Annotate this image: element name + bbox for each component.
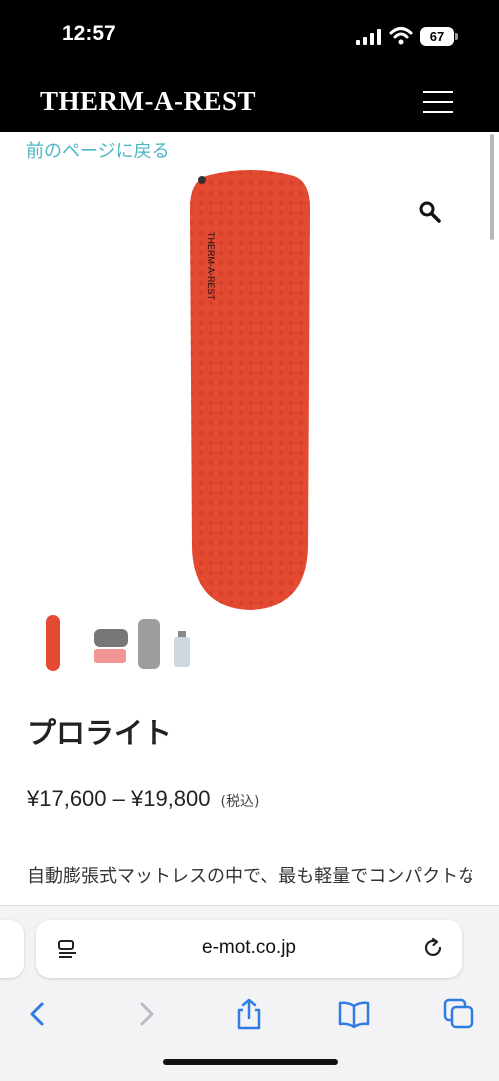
tabs-icon[interactable] [443,998,475,1030]
status-time: 12:57 [62,22,116,45]
signal-icon [356,29,381,45]
product-title: プロライト [27,716,173,750]
product-main-image[interactable]: THERM-A-REST [186,168,314,614]
forward-icon[interactable] [130,998,162,1030]
bookmarks-icon[interactable] [338,998,370,1030]
scrollbar-thumb[interactable] [490,134,494,240]
thumbnail-packed-mat[interactable] [88,613,130,673]
address-bar[interactable]: e-mot.co.jp [36,920,462,978]
tax-note: (税込) [220,794,260,810]
brand-logo[interactable]: THERM-A-REST [40,86,256,117]
magnifier-icon[interactable] [418,200,442,224]
thumbnail-strip [30,613,200,673]
svg-text:THERM-A-REST: THERM-A-REST [206,232,216,300]
back-to-previous-link[interactable]: 前のページに戻る [26,137,170,163]
product-price: ¥17,600 – ¥19,800 (税込) [27,786,259,812]
browser-toolbar: e-mot.co.jp [0,905,499,1081]
back-icon[interactable] [22,998,54,1030]
previous-tab-preview[interactable] [0,920,24,978]
hamburger-menu-icon[interactable] [423,91,453,115]
wifi-icon [389,27,413,45]
top-header: 12:57 67 THERM-A-REST [0,0,499,132]
reload-icon[interactable] [422,937,444,959]
url-text[interactable]: e-mot.co.jp [36,937,462,959]
battery-indicator: 67 [420,27,458,46]
thumbnail-mat[interactable] [44,613,62,673]
price-range: ¥17,600 – ¥19,800 [27,786,211,811]
share-icon[interactable] [233,998,265,1030]
thumbnail-stuff-sack[interactable] [136,613,162,673]
thumbnail-bottle[interactable] [172,613,192,673]
home-indicator[interactable] [163,1059,338,1065]
